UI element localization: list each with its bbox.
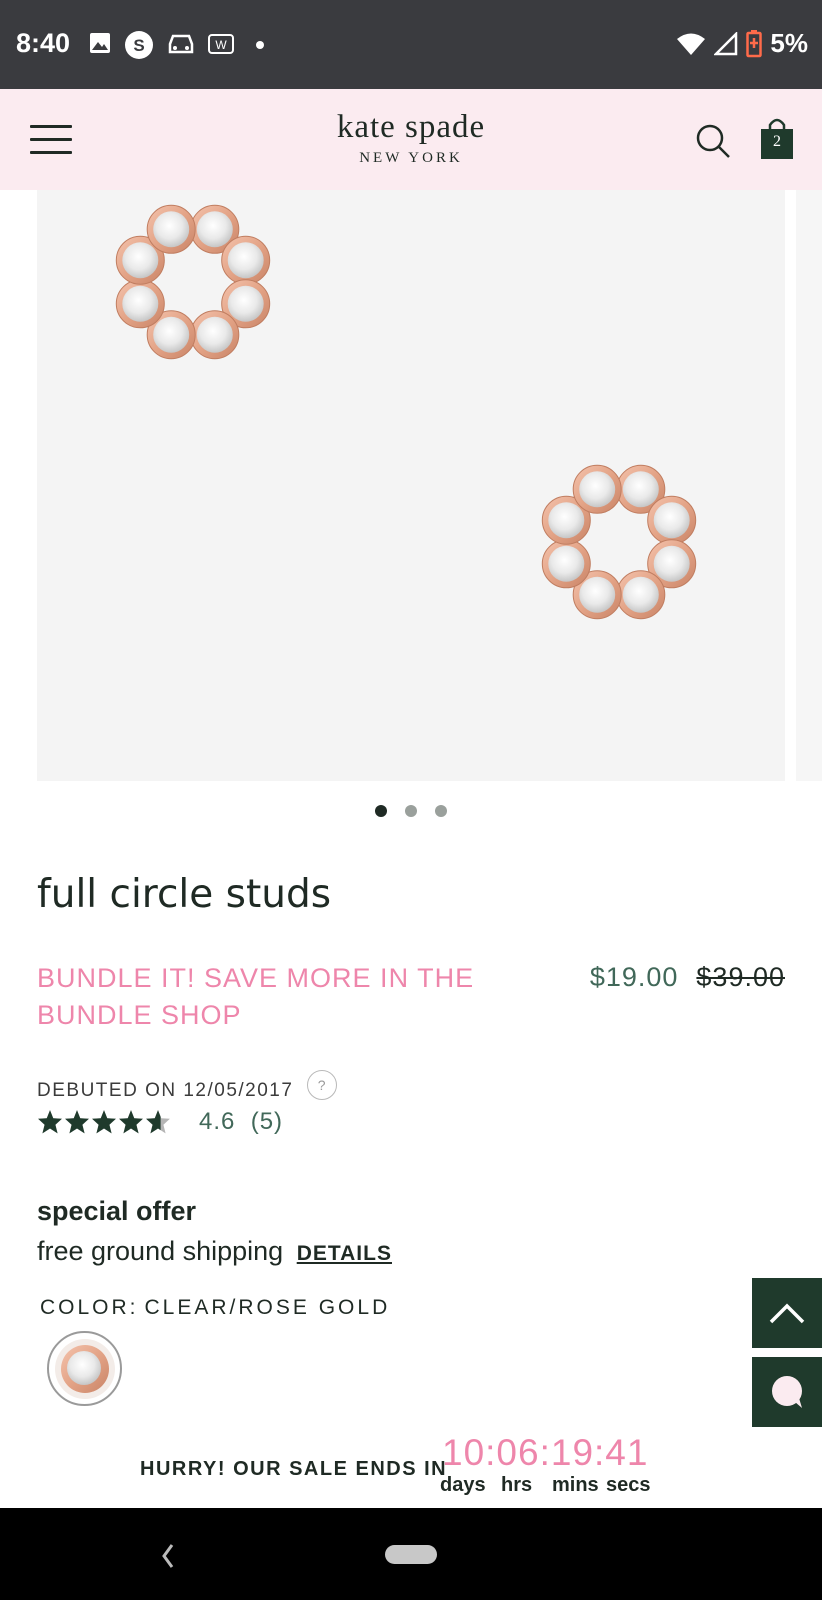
cart-count: 2 bbox=[773, 133, 781, 150]
shopping-bag-icon[interactable]: 2 bbox=[760, 117, 794, 159]
debut-date: DEBUTED ON 12/05/2017 ? bbox=[37, 1070, 338, 1106]
s-app-icon: S bbox=[125, 31, 153, 59]
back-icon[interactable] bbox=[158, 1541, 178, 1571]
help-icon[interactable]: ? bbox=[307, 1070, 338, 1100]
search-icon[interactable] bbox=[695, 123, 731, 159]
special-offer-text: free ground shipping DETAILS bbox=[37, 1236, 392, 1267]
star-icon bbox=[38, 1110, 62, 1134]
color-swatch-clear-rose-gold[interactable] bbox=[47, 1331, 122, 1406]
signal-icon bbox=[714, 31, 738, 55]
star-rating bbox=[37, 1109, 171, 1135]
special-offer-heading: special offer bbox=[37, 1196, 197, 1226]
dot-icon bbox=[256, 41, 264, 49]
gallery-dot[interactable] bbox=[405, 805, 417, 817]
star-icon bbox=[92, 1110, 116, 1134]
price: $19.00 $39.00 bbox=[590, 962, 785, 993]
w-app-icon: W bbox=[208, 34, 234, 54]
gallery-pagination bbox=[0, 805, 822, 817]
sale-price: $19.00 bbox=[589, 962, 679, 992]
status-bar: 8:40 S W 5% bbox=[0, 0, 822, 89]
bundle-promo-link[interactable]: BUNDLE IT! SAVE MORE IN THE BUNDLE SHOP bbox=[37, 960, 477, 1034]
next-image-peek[interactable] bbox=[796, 190, 822, 781]
svg-text:W: W bbox=[215, 38, 227, 52]
chat-button[interactable] bbox=[752, 1357, 822, 1427]
unit-hrs: hrs bbox=[501, 1474, 533, 1496]
debut-text: DEBUTED ON 12/05/2017 bbox=[37, 1080, 294, 1101]
rating-value: 4.6 (5) bbox=[199, 1108, 284, 1135]
chevron-up-icon bbox=[769, 1303, 805, 1324]
color-label: COLOR: CLEAR/ROSE GOLD bbox=[40, 1296, 390, 1320]
star-icon bbox=[146, 1110, 170, 1134]
sale-countdown-label: HURRY! OUR SALE ENDS IN bbox=[140, 1458, 448, 1480]
product-title: full circle studs bbox=[37, 872, 332, 917]
unit-secs: secs bbox=[606, 1474, 651, 1496]
stud-earring bbox=[541, 464, 697, 620]
unit-days: days bbox=[440, 1474, 486, 1496]
star-icon bbox=[119, 1110, 143, 1134]
chat-icon bbox=[772, 1376, 802, 1408]
review-count: (5) bbox=[250, 1108, 284, 1135]
offer-details-link[interactable]: DETAILS bbox=[297, 1242, 392, 1265]
battery-low-icon bbox=[746, 29, 763, 57]
site-header: kate spade NEW YORK 2 bbox=[0, 89, 822, 190]
image-icon bbox=[90, 33, 110, 53]
gallery-dot[interactable] bbox=[375, 805, 387, 817]
wifi-icon bbox=[677, 33, 706, 55]
color-value: CLEAR/ROSE GOLD bbox=[144, 1296, 391, 1319]
battery-percent: 5% bbox=[770, 28, 808, 58]
color-label-prefix: COLOR: bbox=[40, 1296, 139, 1319]
system-nav-bar bbox=[0, 1508, 822, 1600]
swatch-image bbox=[54, 1338, 115, 1399]
offer-description: free ground shipping bbox=[37, 1236, 284, 1266]
earrings-photo bbox=[115, 204, 697, 620]
rating[interactable]: 4.6 (5) bbox=[37, 1108, 283, 1136]
sale-countdown-timer: 10:06:19:41 bbox=[442, 1432, 649, 1473]
car-icon bbox=[168, 34, 194, 54]
back-to-top-button[interactable] bbox=[752, 1278, 822, 1348]
star-icon bbox=[65, 1110, 89, 1134]
home-pill-button[interactable] bbox=[385, 1545, 437, 1564]
svg-text:S: S bbox=[133, 36, 144, 55]
gallery-dot[interactable] bbox=[435, 805, 447, 817]
unit-mins: mins bbox=[552, 1474, 599, 1496]
product-image[interactable] bbox=[37, 190, 785, 781]
stud-earring bbox=[115, 204, 271, 360]
original-price: $39.00 bbox=[696, 962, 785, 992]
status-time: 8:40 bbox=[16, 28, 71, 58]
